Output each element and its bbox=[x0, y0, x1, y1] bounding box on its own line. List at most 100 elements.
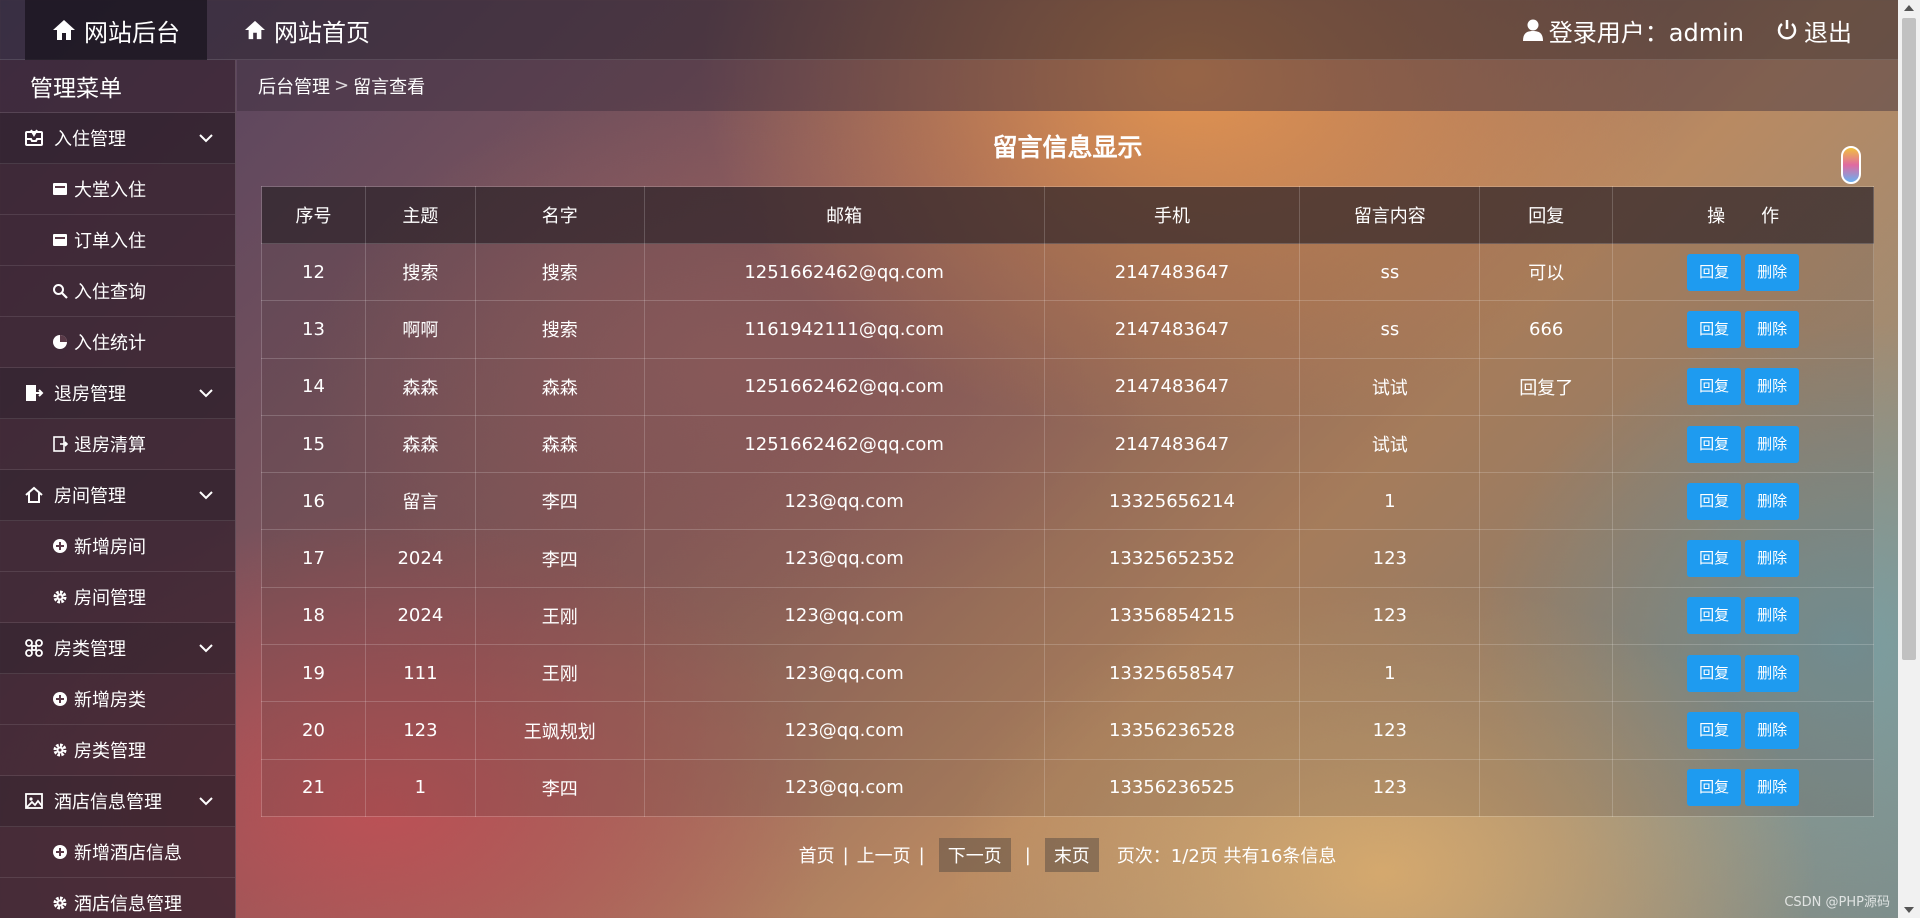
delete-button[interactable]: 删除 bbox=[1745, 654, 1800, 692]
menu-group-hotel-info[interactable]: 酒店信息管理 bbox=[0, 776, 235, 827]
sidebar-item-label: 大堂入住 bbox=[74, 180, 146, 201]
house-icon bbox=[24, 485, 44, 505]
reply-button[interactable]: 回复 bbox=[1687, 253, 1742, 291]
table-cell: 123 bbox=[1299, 529, 1481, 588]
scroll-up-icon[interactable] bbox=[1904, 5, 1914, 11]
reply-button[interactable]: 回复 bbox=[1687, 540, 1742, 578]
delete-button[interactable]: 删除 bbox=[1745, 368, 1800, 406]
breadcrumb-separator: > bbox=[334, 75, 350, 96]
prev-page-link[interactable]: 上一页 bbox=[857, 842, 911, 868]
site-home-link[interactable]: 网站首页 bbox=[244, 0, 370, 60]
reply-button[interactable]: 回复 bbox=[1687, 368, 1742, 406]
table-row: 21 1 李四 123@qq.com 13356236525 123 回复 删除 bbox=[261, 758, 1874, 817]
reply-button[interactable]: 回复 bbox=[1687, 425, 1742, 463]
page-scrollbar[interactable] bbox=[1898, 0, 1920, 918]
chevron-down-icon bbox=[197, 639, 215, 657]
delete-button[interactable]: 删除 bbox=[1745, 253, 1800, 291]
table-cell: 14 bbox=[261, 357, 366, 416]
table-row: 20 123 王飒规划 123@qq.com 13356236528 123 回复 删除 bbox=[261, 701, 1874, 760]
sidebar-item-order-checkin[interactable]: 订单入住 bbox=[0, 215, 235, 266]
table-cell: 搜索 bbox=[474, 300, 645, 359]
table-cell: 2024 bbox=[364, 529, 476, 588]
delete-button[interactable]: 删除 bbox=[1745, 597, 1800, 635]
delete-button[interactable]: 删除 bbox=[1745, 540, 1800, 578]
logout-button[interactable]: 退出 bbox=[1776, 13, 1852, 48]
reply-button[interactable]: 回复 bbox=[1687, 654, 1742, 692]
table-cell: 1 bbox=[1299, 472, 1481, 531]
sidebar-item-checkin-stats[interactable]: 入住统计 bbox=[0, 317, 235, 368]
table-cell: 李四 bbox=[474, 529, 645, 588]
reply-button[interactable]: 回复 bbox=[1687, 597, 1742, 635]
site-home-label: 网站首页 bbox=[274, 18, 370, 47]
scroll-down-icon[interactable] bbox=[1904, 907, 1914, 913]
column-header: 邮箱 bbox=[643, 186, 1045, 244]
table-cell: 123 bbox=[364, 701, 476, 760]
first-page-link[interactable]: 首页 bbox=[799, 842, 835, 868]
sidebar-item-room-type-manage[interactable]: 房类管理 bbox=[0, 725, 235, 776]
sidebar-item-add-hotel-info[interactable]: 新增酒店信息 bbox=[0, 827, 235, 878]
table-cell: ss bbox=[1299, 242, 1481, 302]
next-page-link[interactable]: 下一页 bbox=[938, 838, 1011, 872]
search-icon bbox=[52, 283, 68, 299]
command-icon bbox=[24, 638, 44, 658]
reply-button[interactable]: 回复 bbox=[1687, 712, 1742, 750]
sidebar-item-checkout-settle[interactable]: 退房清算 bbox=[0, 419, 235, 470]
sidebar-item-add-room[interactable]: 新增房间 bbox=[0, 521, 235, 572]
delete-button[interactable]: 删除 bbox=[1745, 482, 1800, 520]
sidebar-item-hotel-info-manage[interactable]: 酒店信息管理 bbox=[0, 878, 235, 918]
page-title: 留言信息显示 bbox=[992, 133, 1143, 162]
table-cell: 123 bbox=[1299, 701, 1481, 760]
actions-cell: 回复 删除 bbox=[1612, 414, 1874, 474]
table-cell: 王刚 bbox=[474, 644, 645, 703]
gear-icon bbox=[52, 895, 68, 911]
delete-button[interactable]: 删除 bbox=[1745, 712, 1800, 750]
delete-button[interactable]: 删除 bbox=[1745, 425, 1800, 463]
reply-button[interactable]: 回复 bbox=[1687, 769, 1742, 807]
last-page-link[interactable]: 末页 bbox=[1044, 838, 1099, 872]
delete-button[interactable]: 删除 bbox=[1745, 769, 1800, 807]
home-icon bbox=[244, 20, 266, 40]
breadcrumb: 后台管理 > 留言查看 bbox=[237, 60, 1898, 111]
table-cell: 123 bbox=[1299, 586, 1481, 646]
table-cell: 19 bbox=[261, 644, 366, 703]
reply-button[interactable]: 回复 bbox=[1687, 482, 1742, 520]
avatar[interactable] bbox=[1841, 146, 1861, 184]
actions-cell: 回复 删除 bbox=[1612, 644, 1874, 703]
table-cell: 2024 bbox=[364, 586, 476, 646]
power-icon bbox=[1776, 19, 1798, 41]
pager-separator: | bbox=[842, 844, 849, 866]
table-cell: 123@qq.com bbox=[643, 529, 1045, 588]
menu-title: 管理菜单 bbox=[0, 60, 235, 113]
menu-group-label: 酒店信息管理 bbox=[54, 792, 162, 813]
table-cell: ss bbox=[1299, 300, 1481, 359]
pager-separator: | bbox=[918, 844, 925, 866]
brand-link[interactable]: 网站后台 bbox=[25, 0, 207, 60]
sidebar-item-add-room-type[interactable]: 新增房类 bbox=[0, 674, 235, 725]
logged-in-user: 登录用户：admin bbox=[1522, 13, 1744, 48]
menu-group-room-types[interactable]: 房类管理 bbox=[0, 623, 235, 674]
sign-out-icon bbox=[24, 383, 44, 403]
table-cell: 2147483647 bbox=[1043, 300, 1301, 359]
menu-group-rooms[interactable]: 房间管理 bbox=[0, 470, 235, 521]
table-cell: 回复了 bbox=[1479, 357, 1614, 416]
chevron-down-icon bbox=[197, 129, 215, 147]
scrollbar-thumb[interactable] bbox=[1902, 18, 1916, 660]
delete-button[interactable]: 删除 bbox=[1745, 310, 1800, 348]
table-cell bbox=[1479, 701, 1614, 760]
breadcrumb-root-link[interactable]: 后台管理 bbox=[258, 73, 330, 99]
table-cell: 2147483647 bbox=[1043, 414, 1301, 474]
actions-cell: 回复 删除 bbox=[1612, 357, 1874, 416]
table-cell: 123@qq.com bbox=[643, 701, 1045, 760]
home-icon bbox=[52, 19, 76, 41]
reply-button[interactable]: 回复 bbox=[1687, 310, 1742, 348]
sidebar-item-lobby-checkin[interactable]: 大堂入住 bbox=[0, 164, 235, 215]
column-header: 操 作 bbox=[1612, 186, 1874, 244]
menu-group-checkin[interactable]: 入住管理 bbox=[0, 113, 235, 164]
menu-group-checkout[interactable]: 退房管理 bbox=[0, 368, 235, 419]
plus-circle-icon bbox=[52, 538, 68, 554]
table-cell: 13325652352 bbox=[1043, 529, 1301, 588]
sidebar-item-checkin-query[interactable]: 入住查询 bbox=[0, 266, 235, 317]
sidebar-item-room-manage[interactable]: 房间管理 bbox=[0, 572, 235, 623]
table-cell: 2147483647 bbox=[1043, 357, 1301, 416]
table-cell: 试试 bbox=[1299, 357, 1481, 416]
